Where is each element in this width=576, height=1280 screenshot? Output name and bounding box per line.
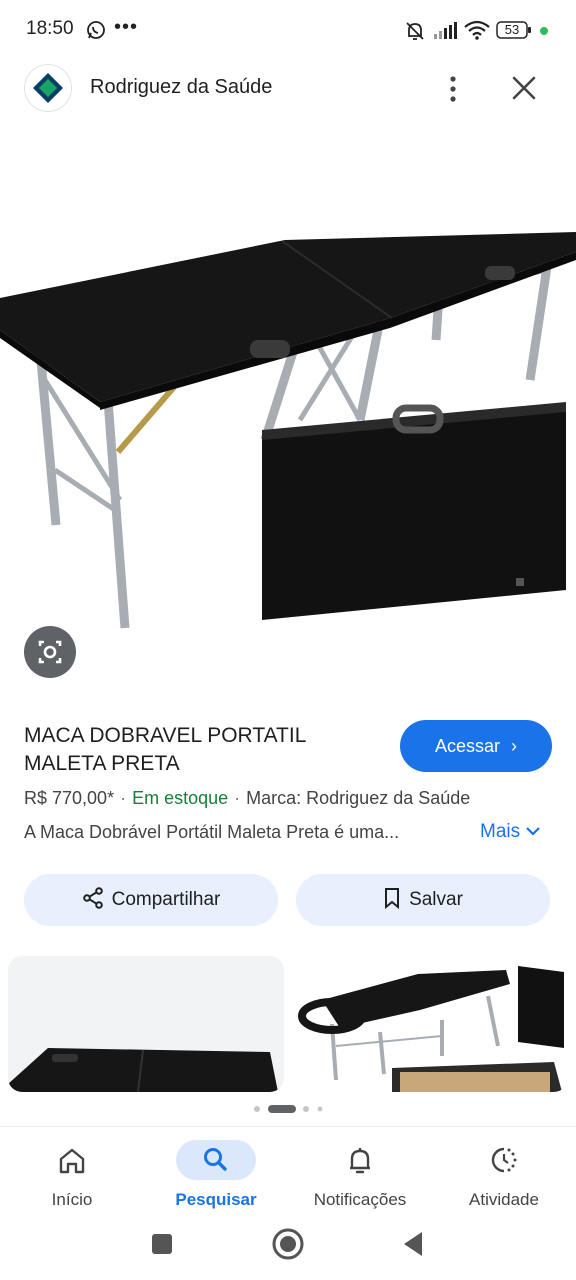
nav-activity[interactable]: Atividade [444,1138,564,1218]
system-navigation [152,1228,422,1260]
bookmark-icon [385,887,400,910]
product-description: A Maca Dobrável Portátil Maleta Preta é … [24,822,400,842]
activity-icon [491,1147,517,1173]
nav-search[interactable]: Pesquisar [156,1138,276,1218]
back-icon[interactable] [404,1232,422,1256]
visit-site-button[interactable]: Acessar › [400,720,552,772]
close-icon[interactable] [508,72,540,104]
battery-level: 53 [504,22,520,37]
site-logo [24,64,72,112]
share-label: Compartilhar [111,889,221,910]
product-title: MACA DOBRAVEL PORTATIL MALETA PRETA [24,724,306,775]
home-circle-icon[interactable] [272,1228,304,1260]
more-options-icon[interactable] [440,74,466,104]
recents-icon[interactable] [152,1234,172,1254]
product-price: R$ 770,00* [24,788,115,808]
privacy-indicator-dot [540,27,548,35]
nav-notifications[interactable]: Notificações [300,1138,420,1218]
whatsapp-icon [87,21,105,39]
home-icon [59,1148,85,1174]
chevron-down-icon [526,827,541,836]
mute-bell-icon [406,22,424,40]
site-logo-mark [33,73,63,103]
chevron-right-icon: › [511,736,518,756]
more-label: Mais [480,821,521,842]
save-label: Salvar [409,889,463,910]
wifi-icon [464,20,490,40]
related-image-1[interactable] [8,956,284,1092]
status-time: 18:50 [26,18,74,39]
save-button[interactable]: Salvar [296,874,550,926]
product-brand: Marca: Rodriguez da Saúde [246,788,471,808]
google-lens-icon [38,640,62,664]
notification-more-icon: ••• [114,16,139,38]
signal-icon [434,22,457,39]
related-table-image-2 [298,966,564,1092]
share-icon [82,887,103,909]
nav-search-label: Pesquisar [175,1190,257,1209]
product-meta: R$ 770,00* · Em estoque · Marca: Rodriguez d… [24,788,471,808]
bell-icon [350,1148,370,1174]
carousel-indicator [254,1105,323,1113]
nav-notifications-label: Notificações [313,1190,407,1209]
visit-label: Acessar [434,736,500,756]
site-name: Rodriguez da Saúde [90,76,273,98]
folded-table-case [262,408,566,620]
lens-button[interactable] [24,626,76,678]
product-image[interactable] [0,180,576,650]
related-table-image [8,1048,278,1092]
nav-home[interactable]: Início [12,1138,132,1218]
nav-activity-label: Atividade [469,1190,539,1209]
more-button[interactable]: Mais [480,821,541,843]
search-icon [204,1148,227,1171]
stock-status: Em estoque [132,788,229,808]
share-button[interactable]: Compartilhar [24,874,278,926]
nav-home-label: Início [51,1190,93,1209]
related-image-2[interactable] [292,956,568,1092]
